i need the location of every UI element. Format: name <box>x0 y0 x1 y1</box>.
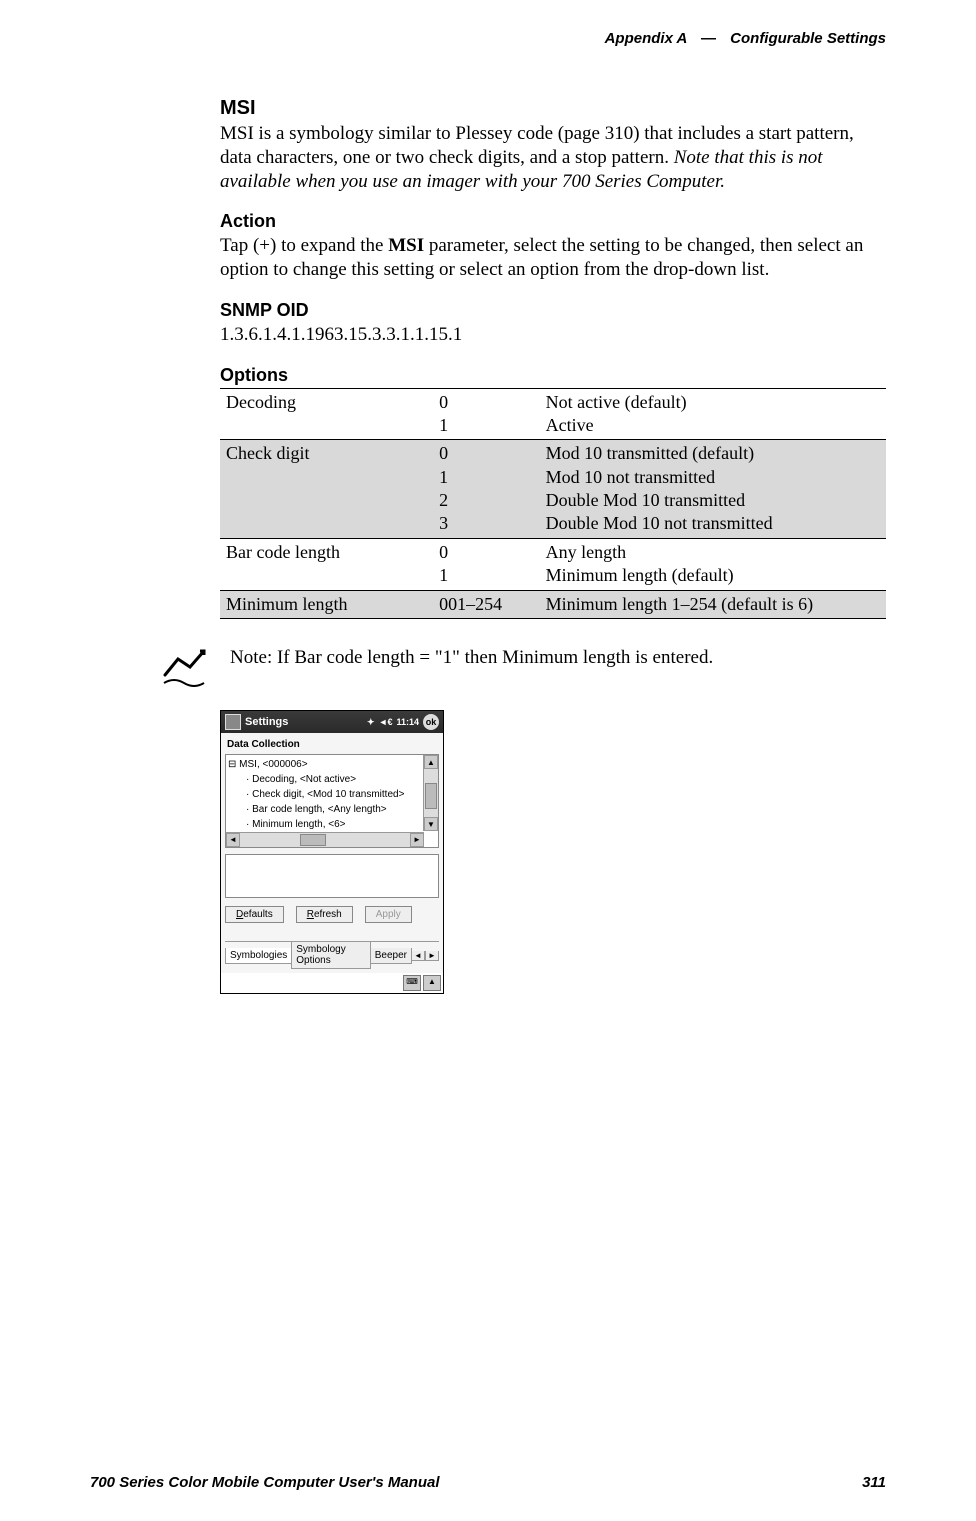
action-text-bold: MSI <box>388 235 424 256</box>
option-name: Decoding <box>220 388 433 440</box>
signal-icon: ✦ <box>367 717 375 728</box>
option-desc: Minimum length 1–254 (default is 6) <box>540 590 886 618</box>
tab-symbologies[interactable]: Symbologies <box>225 948 292 964</box>
scroll-right-icon[interactable]: ► <box>410 833 424 847</box>
action-text-pre: Tap (+) to expand the <box>220 235 388 256</box>
pda-screenshot: Settings ✦ ◄€ 11:14 ok Data Collection M… <box>220 710 444 994</box>
option-name: Check digit <box>220 440 433 539</box>
page-footer: 700 Series Color Mobile Computer User's … <box>90 1474 886 1491</box>
windows-logo-icon[interactable] <box>225 714 241 730</box>
option-codes: 001–254 <box>433 590 540 618</box>
note-mid1: : If <box>267 647 294 668</box>
option-name: Bar code length <box>220 538 433 590</box>
option-codes: 0 1 <box>433 388 540 440</box>
snmp-oid-value: 1.3.6.1.4.1.1963.15.3.3.1.1.15.1 <box>220 323 886 347</box>
keyboard-icon[interactable]: ⌨ <box>403 975 421 991</box>
apply-button[interactable]: Apply <box>365 906 412 923</box>
note-b2: Minimum length <box>502 647 630 668</box>
tree-item[interactable]: Decoding, <Not active> <box>228 772 436 787</box>
tab-beeper[interactable]: Beeper <box>370 948 412 964</box>
refresh-button[interactable]: Refresh <box>296 906 353 923</box>
sip-bar: ⌨ ▲ <box>221 973 443 993</box>
tab-symbology-options[interactable]: Symbology Options <box>291 942 370 969</box>
tree-item[interactable]: Minimum length, <6> <box>228 817 436 832</box>
note-prefix: Note <box>230 647 267 668</box>
tree-item[interactable]: Check digit, <Mod 10 transmitted> <box>228 787 436 802</box>
detail-panel <box>225 854 439 898</box>
option-desc: Mod 10 transmitted (default) Mod 10 not … <box>540 440 886 539</box>
header-separator: — <box>701 30 716 47</box>
sip-up-icon[interactable]: ▲ <box>423 975 441 991</box>
pda-titlebar: Settings ✦ ◄€ 11:14 ok <box>221 711 443 733</box>
option-codes: 0 1 <box>433 538 540 590</box>
note-mid2: = "1" then <box>415 647 502 668</box>
speaker-icon: ◄€ <box>379 717 393 727</box>
running-header: Appendix A — Configurable Settings <box>90 30 886 47</box>
table-row: Bar code length 0 1 Any length Minimum l… <box>220 538 886 590</box>
option-codes: 0 1 2 3 <box>433 440 540 539</box>
tree-root[interactable]: MSI, <000006> <box>228 757 436 772</box>
heading-options: Options <box>220 365 886 386</box>
app-title: Data Collection <box>225 737 439 754</box>
option-name: Minimum length <box>220 590 433 618</box>
defaults-button[interactable]: Defaults <box>225 906 284 923</box>
pda-title: Settings <box>245 716 363 728</box>
scroll-thumb[interactable] <box>425 783 437 809</box>
vertical-scrollbar[interactable]: ▲ ▼ <box>423 755 438 831</box>
note-icon <box>160 647 210 692</box>
option-desc: Any length Minimum length (default) <box>540 538 886 590</box>
msi-description: MSI is a symbology similar to Plessey co… <box>220 122 886 193</box>
note-text: Note: If Bar code length = "1" then Mini… <box>230 647 713 669</box>
tree-item[interactable]: Bar code length, <Any length> <box>228 802 436 817</box>
heading-msi: MSI <box>220 97 886 120</box>
scroll-left-icon[interactable]: ◄ <box>226 833 240 847</box>
options-table: Decoding 0 1 Not active (default) Active… <box>220 388 886 620</box>
action-description: Tap (+) to expand the MSI parameter, sel… <box>220 234 886 282</box>
tree-view[interactable]: MSI, <000006> Decoding, <Not active> Che… <box>225 754 439 848</box>
note-b1: Bar code length <box>294 647 414 668</box>
table-row: Decoding 0 1 Not active (default) Active <box>220 388 886 440</box>
option-desc: Not active (default) Active <box>540 388 886 440</box>
header-appendix: Appendix A <box>605 30 687 47</box>
tab-bar: Symbologies Symbology Options Beeper ◄ ► <box>225 941 439 969</box>
ok-button[interactable]: ok <box>423 714 439 730</box>
tab-scroll-left-icon[interactable]: ◄ <box>411 951 425 961</box>
scroll-thumb[interactable] <box>300 834 326 846</box>
header-section: Configurable Settings <box>730 30 886 47</box>
note-tail: is entered. <box>630 647 713 668</box>
footer-page-number: 311 <box>862 1474 886 1491</box>
heading-action: Action <box>220 211 886 232</box>
pda-time: 11:14 <box>396 717 419 727</box>
heading-snmp-oid: SNMP OID <box>220 300 886 321</box>
tab-scroll-right-icon[interactable]: ► <box>425 951 439 961</box>
horizontal-scrollbar[interactable]: ◄ ► <box>226 832 424 847</box>
scroll-up-icon[interactable]: ▲ <box>424 755 438 769</box>
table-row: Check digit 0 1 2 3 Mod 10 transmitted (… <box>220 440 886 539</box>
footer-manual-title: 700 Series Color Mobile Computer User's … <box>90 1474 440 1491</box>
scroll-down-icon[interactable]: ▼ <box>424 817 438 831</box>
table-row: Minimum length 001–254 Minimum length 1–… <box>220 590 886 618</box>
